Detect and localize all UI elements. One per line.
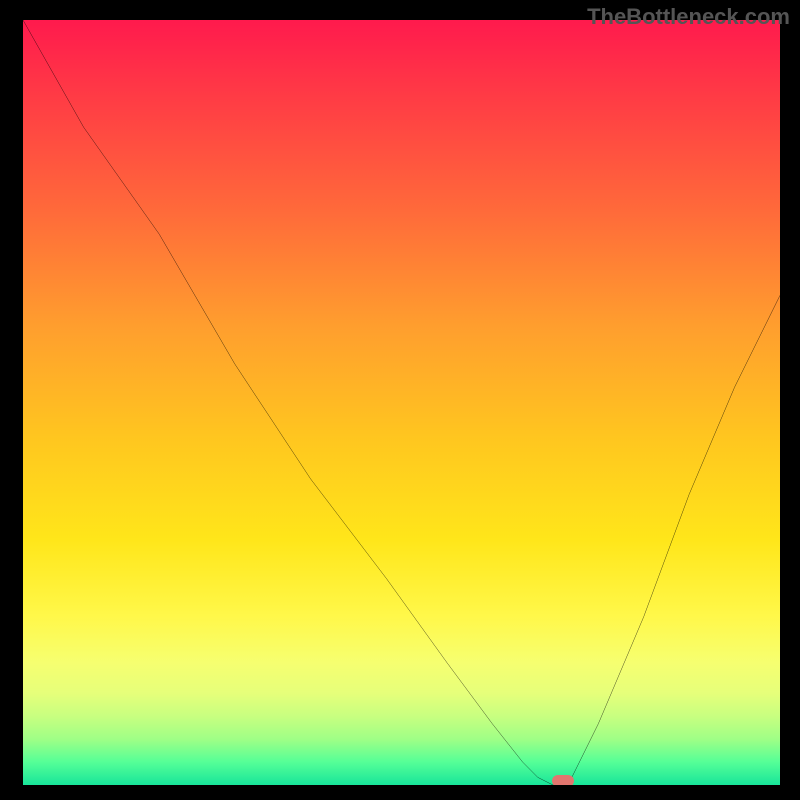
bottleneck-line (23, 20, 780, 785)
chart-plot-area (20, 20, 780, 788)
optimal-marker (552, 775, 574, 787)
bottleneck-curve (23, 20, 780, 785)
watermark-text: TheBottleneck.com (587, 4, 790, 30)
